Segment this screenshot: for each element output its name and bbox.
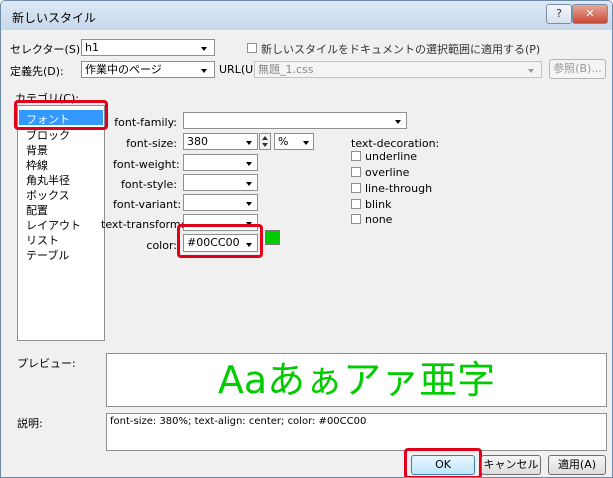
- selector-value: h1: [85, 41, 99, 54]
- underline-label: underline: [365, 150, 418, 163]
- define-in-value: 作業中のページ: [85, 63, 162, 76]
- font-size-unit-select[interactable]: %: [274, 133, 314, 150]
- chevron-down-icon: [246, 162, 252, 166]
- category-item-position[interactable]: 配置: [26, 202, 48, 218]
- apply-selection-label: 新しいスタイルをドキュメントの選択範囲に適用する(P): [261, 43, 541, 56]
- line-through-label: line-through: [365, 182, 433, 195]
- overline-checkbox[interactable]: [351, 167, 361, 177]
- color-label: color:: [146, 239, 177, 252]
- highlight-box-ok: [404, 448, 482, 477]
- category-item-table[interactable]: テーブル: [26, 247, 69, 263]
- line-through-checkbox[interactable]: [351, 183, 361, 193]
- font-family-label: font-family:: [114, 116, 177, 129]
- font-family-combobox[interactable]: [183, 112, 407, 129]
- underline-checkbox[interactable]: [351, 151, 361, 161]
- description-text: font-size: 380%; text-align: center; col…: [110, 416, 367, 427]
- category-item-background[interactable]: 背景: [26, 142, 48, 158]
- arrow-down-icon[interactable]: [262, 143, 268, 147]
- window-title: 新しいスタイル: [12, 11, 97, 25]
- close-button[interactable]: ✕: [572, 4, 608, 24]
- url-combobox[interactable]: 無題_1.css: [254, 61, 542, 78]
- overline-label: overline: [365, 166, 410, 179]
- category-item-layout[interactable]: レイアウト: [26, 217, 81, 233]
- preview-box: Aaあぁアァ亜字: [106, 353, 607, 407]
- preview-label: プレビュー:: [17, 357, 76, 370]
- chevron-down-icon: [201, 69, 207, 73]
- font-size-unit-value: %: [278, 135, 289, 148]
- preview-sample-text: Aaあぁアァ亜字: [217, 358, 496, 402]
- category-item-border[interactable]: 枠線: [26, 157, 48, 173]
- font-variant-label: font-variant:: [113, 198, 182, 211]
- chevron-down-icon: [246, 141, 252, 145]
- arrow-up-icon[interactable]: [262, 136, 268, 140]
- font-size-combobox[interactable]: 380: [183, 133, 258, 150]
- blink-checkbox[interactable]: [351, 199, 361, 209]
- cancel-button[interactable]: キャンセル: [481, 455, 541, 475]
- chevron-down-icon: [246, 202, 252, 206]
- title-bar: 新しいスタイル ? ✕: [1, 1, 612, 30]
- highlight-box-category: [14, 100, 108, 130]
- chevron-down-icon: [246, 182, 252, 186]
- category-item-box[interactable]: ボックス: [26, 187, 70, 203]
- selector-combobox[interactable]: h1: [81, 39, 215, 56]
- text-decoration-label: text-decoration:: [351, 137, 440, 150]
- font-style-label: font-style:: [121, 178, 177, 191]
- selector-label: セレクター(S):: [10, 43, 84, 56]
- browse-button[interactable]: 参照(B)...: [549, 59, 606, 79]
- blink-label: blink: [365, 198, 392, 211]
- category-item-border-radius[interactable]: 角丸半径: [26, 172, 70, 188]
- chevron-down-icon: [201, 47, 207, 51]
- apply-selection-checkbox[interactable]: [247, 43, 257, 53]
- define-in-select[interactable]: 作業中のページ: [81, 61, 215, 78]
- url-value: 無題_1.css: [258, 63, 314, 76]
- none-label: none: [365, 213, 393, 226]
- font-variant-select[interactable]: [183, 194, 258, 211]
- none-checkbox[interactable]: [351, 214, 361, 224]
- apply-button[interactable]: 適用(A): [548, 455, 606, 475]
- chevron-down-icon: [395, 120, 401, 124]
- help-button[interactable]: ?: [546, 4, 572, 24]
- text-transform-label: text-transform:: [101, 218, 185, 231]
- chevron-down-icon: [528, 69, 534, 73]
- define-in-label: 定義先(D):: [10, 65, 64, 78]
- chevron-down-icon: [303, 141, 309, 145]
- font-size-label: font-size:: [126, 137, 177, 150]
- category-list[interactable]: フォント ブロック 背景 枠線 角丸半径 ボックス 配置 レイアウト リスト テ…: [17, 105, 105, 341]
- font-style-select[interactable]: [183, 174, 258, 191]
- description-box: font-size: 380%; text-align: center; col…: [106, 413, 607, 451]
- category-item-list[interactable]: リスト: [26, 232, 59, 248]
- description-label: 説明:: [17, 417, 43, 430]
- font-weight-select[interactable]: [183, 154, 258, 171]
- highlight-box-color: [177, 224, 263, 258]
- font-size-value: 380: [187, 135, 208, 148]
- new-style-dialog: 新しいスタイル ? ✕ セレクター(S): h1 新しいスタイルをドキュメントの…: [0, 0, 613, 478]
- color-swatch[interactable]: [265, 230, 280, 245]
- font-size-spinner[interactable]: [259, 133, 271, 150]
- font-weight-label: font-weight:: [113, 158, 180, 171]
